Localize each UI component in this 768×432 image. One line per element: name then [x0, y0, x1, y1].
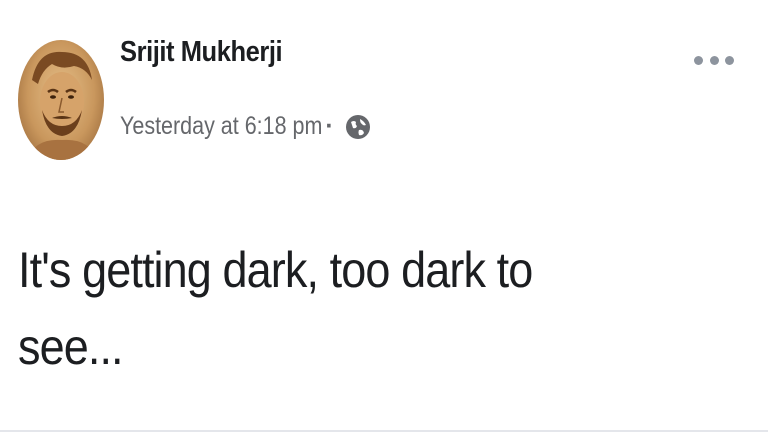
avatar-portrait-image: [28, 51, 96, 160]
globe-icon[interactable]: [344, 113, 372, 141]
post-meta: Yesterday at 6:18 pm ·: [120, 112, 372, 141]
post-timestamp[interactable]: Yesterday at 6:18 pm: [120, 112, 322, 141]
more-dot: [725, 55, 734, 65]
meta-separator: ·: [325, 112, 334, 140]
more-options-icon[interactable]: [694, 50, 734, 70]
post-card: Srijit Mukherji Yesterday at 6:18 pm · I…: [0, 0, 768, 432]
post-text: It's getting dark, too dark to see...: [18, 242, 533, 375]
avatar[interactable]: [18, 40, 104, 160]
author-name[interactable]: Srijit Mukherji: [120, 36, 283, 69]
more-dot: [694, 55, 703, 65]
more-dot: [709, 55, 719, 65]
